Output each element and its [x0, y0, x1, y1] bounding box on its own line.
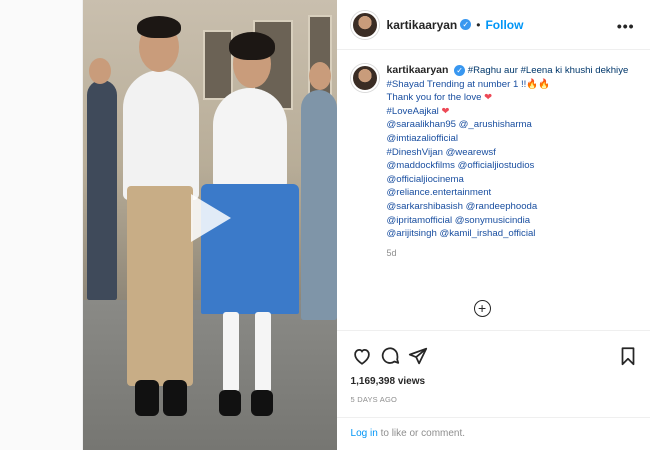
mention-line[interactable]: @sarkarshibasish @randeephooda: [387, 200, 631, 214]
caption-verified-badge-icon: ✓: [454, 64, 466, 76]
verified-badge-icon: ✓: [460, 19, 472, 30]
caption-line-4-wrap: #LoveAajkal ❤: [387, 105, 631, 119]
heart-outline-icon[interactable]: [351, 345, 373, 367]
instagram-post: kartikaaryan ✓ • Follow ••• kartikaaryan…: [82, 0, 650, 450]
post-header: kartikaaryan ✓ • Follow •••: [336, 0, 650, 50]
comment-bubble-icon[interactable]: [379, 345, 401, 367]
mention-line[interactable]: @saraalikhan95 @_arushisharma: [387, 118, 631, 132]
avatar[interactable]: [350, 10, 379, 39]
load-more-comments-button[interactable]: +: [473, 300, 491, 317]
login-prompt: Log in to like or comment.: [336, 417, 650, 450]
mention-line[interactable]: @officialjiocinema: [387, 173, 631, 187]
caption-line-3-wrap: Thank you for the love ❤: [387, 91, 631, 105]
post-video[interactable]: [83, 0, 337, 450]
mention-line[interactable]: #DineshVijan @wearewsf: [387, 146, 631, 160]
heart-emoji-icon: ❤: [484, 92, 493, 104]
post-sidebar: kartikaaryan ✓ • Follow ••• kartikaaryan…: [336, 0, 650, 450]
login-prompt-text: to like or comment.: [377, 428, 466, 439]
bookmark-icon[interactable]: [617, 345, 639, 367]
separator-dot: •: [476, 17, 481, 32]
follow-button[interactable]: Follow: [485, 18, 523, 32]
mention-line[interactable]: @arijitsingh @kamil_irshad_official: [387, 227, 631, 241]
caption-line-4[interactable]: #LoveAajkal: [387, 106, 439, 117]
header-username[interactable]: kartikaaryan: [387, 18, 458, 32]
post-actions: 1,169,398 views 5 DAYS AGO Log in to lik…: [336, 330, 650, 450]
mention-line[interactable]: @imtiazaliofficial: [387, 132, 631, 146]
caption-avatar[interactable]: [350, 64, 379, 92]
caption-username[interactable]: kartikaaryan: [387, 64, 449, 76]
caption: kartikaaryan ✓ #Raghu aur #Leena ki khus…: [350, 64, 641, 260]
mention-line[interactable]: @ipritamofficial @sonymusicindia: [387, 214, 631, 228]
mention-line[interactable]: @reliance.entertainment: [387, 186, 631, 200]
more-options-icon[interactable]: •••: [617, 18, 635, 34]
caption-line-1[interactable]: #Raghu aur #Leena ki khushi dekhiye: [468, 65, 629, 76]
caption-time: 5d: [386, 247, 397, 258]
play-icon[interactable]: [191, 194, 231, 242]
post-date[interactable]: 5 DAYS AGO: [351, 395, 397, 404]
caption-line-2[interactable]: #Shayad Trending at number 1 !!🔥🔥: [387, 78, 631, 92]
caption-line-3: Thank you for the love: [386, 92, 482, 104]
heart-emoji-icon-2: ❤: [441, 105, 450, 117]
paper-plane-icon[interactable]: [407, 345, 429, 367]
view-count[interactable]: 1,169,398 views: [351, 376, 426, 387]
action-row: [349, 345, 639, 369]
caption-body: kartikaaryan ✓ #Raghu aur #Leena ki khus…: [387, 64, 631, 260]
login-link[interactable]: Log in: [351, 428, 378, 439]
mention-line[interactable]: @maddockfilms @officialjiostudios: [387, 159, 631, 173]
